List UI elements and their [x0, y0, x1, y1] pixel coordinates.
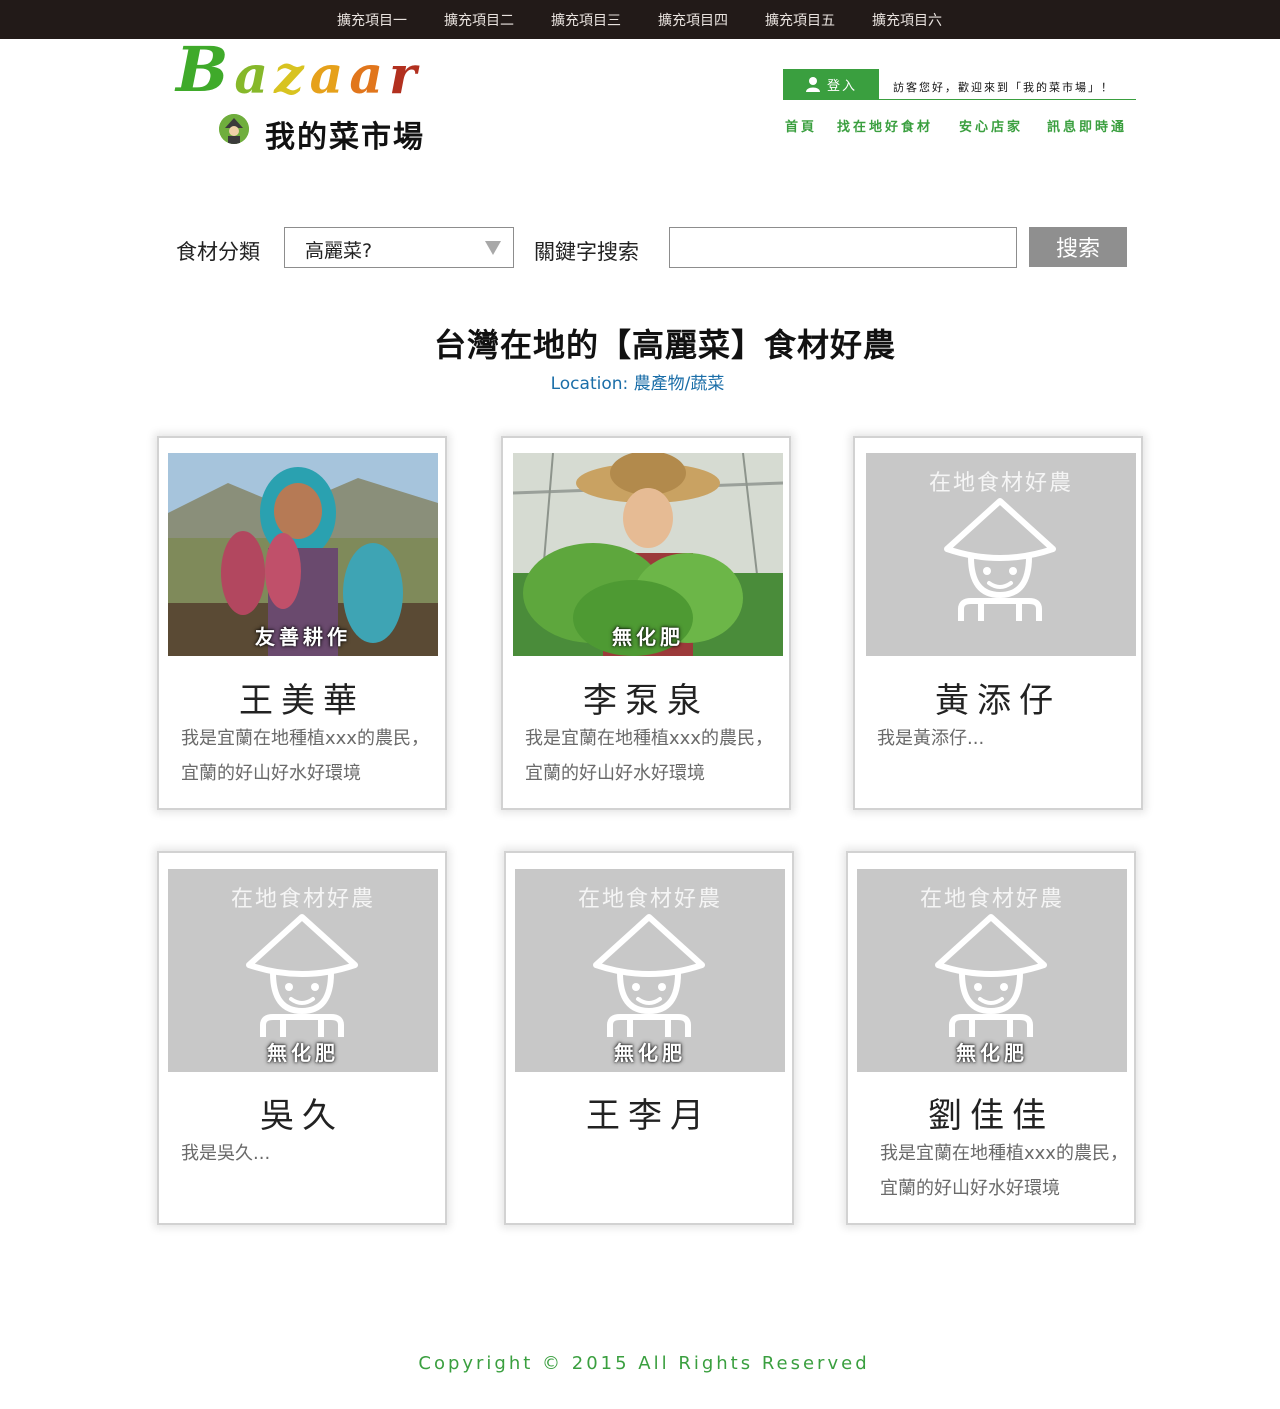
main-nav-find-food[interactable]: 找在地好食材 [837, 116, 933, 135]
site-logo[interactable]: B a z a a r 我的菜市場 [176, 33, 486, 155]
top-nav-item-2[interactable]: 擴充項目二 [444, 0, 551, 39]
farmer-card[interactable]: 在地食材好農 無化肥 吳久 我是吳久... [157, 851, 447, 1225]
page-title: 台灣在地的【高麗菜】食材好農 [433, 326, 896, 364]
login-button[interactable]: 登入 [783, 69, 879, 99]
keyword-label: 關鍵字搜索 [534, 240, 639, 264]
farmer-name: 王李月 [586, 1096, 712, 1136]
category-label: 食材分類 [176, 240, 260, 264]
main-nav-shops[interactable]: 安心店家 [959, 116, 1023, 135]
farming-tag: 無化肥 [267, 1041, 339, 1065]
farmer-photo: 友善耕作 [168, 453, 438, 656]
placeholder-caption: 在地食材好農 [230, 887, 375, 912]
placeholder-caption: 在地食材好農 [919, 887, 1064, 912]
top-nav-item-1[interactable]: 擴充項目一 [337, 0, 444, 39]
farmer-name: 李泵泉 [583, 681, 709, 721]
main-nav-home[interactable]: 首頁 [785, 116, 817, 135]
login-label: 登入 [826, 77, 857, 93]
farmer-mascot-icon [219, 114, 249, 144]
keyword-input[interactable] [669, 227, 1017, 268]
farmer-photo: 無化肥 [513, 453, 783, 656]
logo-subtitle: 我的菜市場 [265, 120, 425, 155]
farmer-description: 我是宜蘭在地種植xxx的農民，宜蘭的好山好水好環境 [181, 728, 429, 784]
farmer-name: 黃添仔 [935, 681, 1061, 721]
copyright-footer: Copyright © 2015 All Rights Reserved [418, 1353, 870, 1374]
top-nav-item-4[interactable]: 擴充項目四 [658, 0, 765, 39]
placeholder-photo: 在地食材好農 無化肥 [515, 869, 785, 1072]
header-divider [783, 99, 1136, 100]
top-nav: 擴充項目一 擴充項目二 擴充項目三 擴充項目四 擴充項目五 擴充項目六 [337, 0, 979, 39]
welcome-message: 訪客您好，歡迎來到「我的菜市場」！ [893, 81, 1114, 94]
placeholder-caption: 在地食材好農 [577, 887, 722, 912]
logo-wordmark: B a z a a r [176, 33, 417, 106]
top-nav-item-5[interactable]: 擴充項目五 [765, 0, 872, 39]
farmer-description: 我是宜蘭在地種植xxx的農民，宜蘭的好山好水好環境 [525, 728, 773, 784]
farmer-card[interactable]: 在地食材好農 無化肥 王李月 [504, 851, 794, 1225]
farmer-description: 我是宜蘭在地種植xxx的農民，宜蘭的好山好水好環境 [880, 1143, 1128, 1199]
farmer-card[interactable]: 在地食材好農 黃添仔 我是黃添仔... [853, 436, 1143, 810]
chevron-down-icon [485, 241, 501, 255]
location-link[interactable]: 農產物/蔬菜 [634, 374, 725, 394]
top-nav-item-3[interactable]: 擴充項目三 [551, 0, 658, 39]
farming-tag: 友善耕作 [255, 625, 351, 649]
placeholder-photo: 在地食材好農 [866, 453, 1136, 656]
search-button[interactable]: 搜索 [1029, 227, 1127, 267]
farmer-placeholder-icon [935, 914, 1047, 1037]
category-select-value: 高麗菜? [305, 240, 373, 262]
user-icon [805, 77, 820, 92]
location-line: Location: 農產物/蔬菜 [0, 369, 1275, 394]
farming-tag: 無化肥 [956, 1041, 1028, 1065]
farmer-name: 吳久 [260, 1096, 344, 1136]
main-nav-messages[interactable]: 訊息即時通 [1047, 116, 1127, 135]
farming-tag: 無化肥 [614, 1041, 686, 1065]
location-label: Location: [550, 374, 629, 394]
farmer-placeholder-icon [944, 498, 1056, 621]
farmer-placeholder-icon [593, 914, 705, 1037]
placeholder-photo: 在地食材好農 無化肥 [168, 869, 438, 1072]
category-select[interactable]: 高麗菜? [284, 227, 514, 268]
farmer-name: 王美華 [239, 681, 365, 721]
farmer-placeholder-icon [246, 914, 358, 1037]
farmer-card[interactable]: 在地食材好農 無化肥 劉佳佳 我是宜蘭在地種植xxx的農民，宜蘭的好山好水好環境 [846, 851, 1136, 1225]
farmer-description: 我是黃添仔... [877, 728, 985, 749]
farmer-name: 劉佳佳 [928, 1096, 1054, 1136]
placeholder-caption: 在地食材好農 [928, 471, 1073, 496]
farming-tag: 無化肥 [612, 625, 684, 649]
farmer-card[interactable]: 友善耕作 王美華 我是宜蘭在地種植xxx的農民，宜蘭的好山好水好環境 [157, 436, 447, 810]
farmer-description: 我是吳久... [181, 1143, 271, 1164]
top-nav-item-6[interactable]: 擴充項目六 [872, 0, 979, 39]
placeholder-photo: 在地食材好農 無化肥 [857, 869, 1127, 1072]
farmer-card[interactable]: 無化肥 李泵泉 我是宜蘭在地種植xxx的農民，宜蘭的好山好水好環境 [501, 436, 791, 810]
